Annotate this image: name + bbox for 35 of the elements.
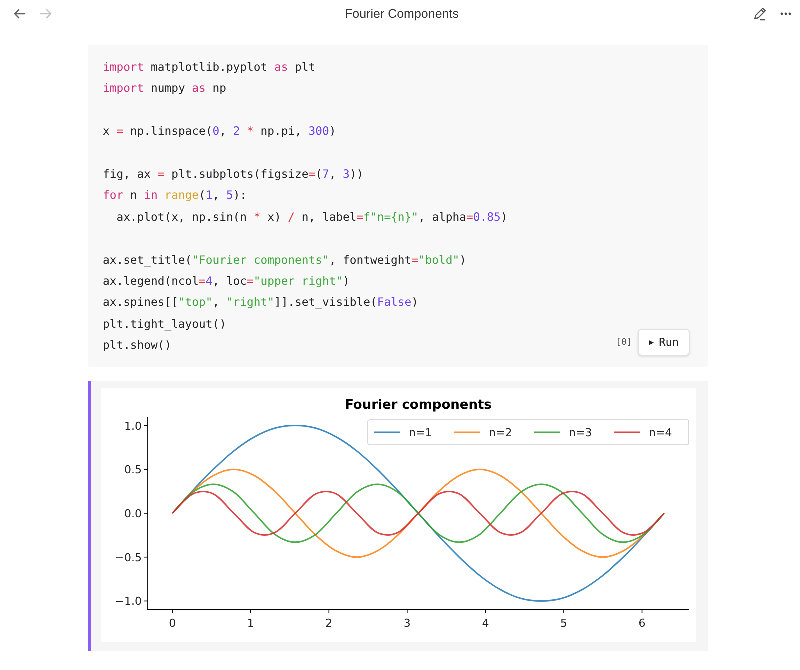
tick-label: 0.5 [124,464,142,478]
tick-label: −0.5 [115,552,142,565]
execution-count: [0] [616,338,632,348]
legend-label: n=4 [649,426,672,440]
code-line: ax.legend(ncol=4, loc="upper right") [103,272,351,290]
page-title: Fourier Components [345,7,459,21]
tick-label: 6 [638,617,646,630]
tick-label: −1.0 [115,596,142,609]
code-line: import numpy as np [103,80,228,98]
legend-label: n=3 [569,426,592,440]
tick-label: 5 [560,617,568,630]
tick-label: 1 [247,617,254,630]
more-button[interactable] [778,10,794,18]
tick-label: 0.0 [124,508,142,521]
tick-label: 3 [404,617,411,630]
tick-label: 4 [482,617,490,630]
code-line: plt.show() [103,337,173,354]
code-line: fig, ax = plt.subplots(figsize=(7, 3)) [103,166,365,183]
run-button[interactable]: ▶ Run [638,329,690,356]
more-icon [780,12,792,16]
play-icon: ▶ [649,338,654,348]
code-line: plt.tight_layout() [103,316,228,333]
tick-label: 0 [169,617,176,630]
code-line: ax.spines[["top", "right"]].set_visible(False) [103,294,420,312]
code-line: ax.plot(x, np.sin(n * x) / n, label=f"n={n}", alpha=0.85) [116,208,509,226]
code-line: import matplotlib.pyplot as plt [103,59,317,76]
code-line: ax.set_title("Fourier components", fontweight="bold") [103,252,468,269]
chart-title: Fourier components [345,398,492,414]
pencil-icon [752,6,768,22]
tick-label: 2 [326,617,333,630]
code-line: for n in range(1, 5): [103,187,248,204]
legend-label: n=1 [409,426,432,440]
code-line: x = np.linspace(0, 2 * np.pi, 300) [103,123,338,140]
legend-label: n=2 [489,426,512,440]
tick-label: 1.0 [124,420,142,434]
